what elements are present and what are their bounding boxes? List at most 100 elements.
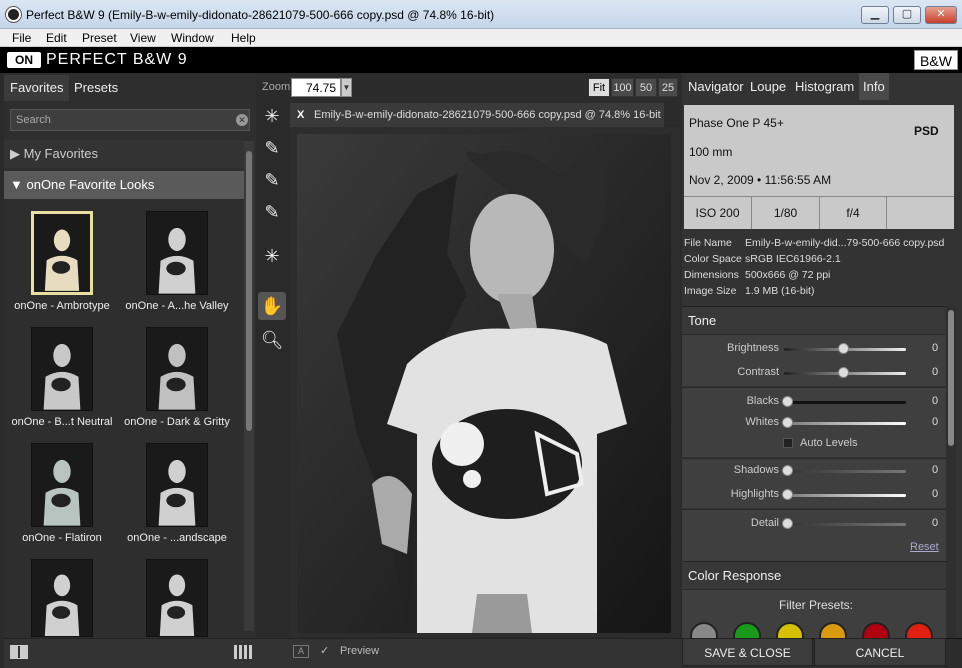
app-icon <box>6 7 21 22</box>
slider-value: 0 <box>932 464 939 476</box>
category-my-favorites[interactable]: ▶ My Favorites <box>4 140 244 168</box>
preview-checkbox[interactable]: ✓ <box>320 644 329 657</box>
slider-knob[interactable] <box>782 465 793 476</box>
preset-thumbnail[interactable] <box>31 327 93 411</box>
menu-window[interactable]: Window <box>171 31 214 45</box>
save-close-button[interactable]: SAVE & CLOSE <box>682 638 813 666</box>
preset-thumbnail[interactable] <box>146 559 208 637</box>
hand-tool-icon[interactable]: ✋ <box>258 292 286 320</box>
zoom-fit-button[interactable]: Fit <box>588 78 610 97</box>
zoom-25-button[interactable]: 25 <box>658 78 678 97</box>
close-button[interactable]: ✕ <box>925 6 957 24</box>
presets-scrollbar[interactable] <box>244 141 254 631</box>
category-onone-favorite-looks[interactable]: ▼ onOne Favorite Looks <box>4 171 244 199</box>
color-response-header[interactable]: Color Response <box>682 561 946 589</box>
cancel-button[interactable]: CANCEL <box>814 638 946 666</box>
preset-thumbnail[interactable] <box>146 443 208 527</box>
clear-search-icon[interactable]: ✕ <box>236 114 248 126</box>
maximize-button[interactable]: ▢ <box>893 6 921 24</box>
slider-label: Blacks <box>746 395 779 407</box>
slider-track[interactable] <box>784 470 906 473</box>
menu-edit[interactable]: Edit <box>46 31 67 45</box>
slider-knob[interactable] <box>782 489 793 500</box>
tab-presets[interactable]: Presets <box>68 75 124 101</box>
slider-value: 0 <box>932 366 939 378</box>
preset-thumbnail[interactable] <box>31 211 93 295</box>
slider-track[interactable] <box>784 494 906 497</box>
preset-thumbnail-label: onOne - A...he Valley <box>125 300 229 312</box>
slider-knob[interactable] <box>838 367 849 378</box>
zoom-tool-icon[interactable]: 🔍︎ <box>258 326 286 354</box>
adjustments-scrollbar[interactable] <box>946 306 956 638</box>
slider-knob[interactable] <box>782 417 793 428</box>
preset-thumbnail[interactable] <box>31 559 93 637</box>
search-input[interactable]: Search <box>10 109 250 131</box>
aperture-value: f/4 <box>819 197 886 229</box>
auto-levels-checkbox[interactable] <box>783 438 793 448</box>
meta-key: Color Space <box>684 253 742 265</box>
slider-track[interactable] <box>784 401 906 404</box>
close-document-icon[interactable]: X <box>297 103 304 127</box>
slider-label: Detail <box>750 517 779 529</box>
tab-loupe[interactable]: Loupe <box>746 73 790 100</box>
left-panel-footer <box>4 638 256 668</box>
magic-brush-icon[interactable]: ✳ <box>258 242 286 270</box>
file-format: PSD <box>914 124 939 138</box>
app-header: ON PERFECT B&W 9 B&W <box>0 47 962 73</box>
tone-section-header[interactable]: Tone <box>682 306 946 334</box>
brush-tool-icon[interactable]: ✳ <box>258 102 286 130</box>
brush-tool-3-icon[interactable]: ✎ <box>258 166 286 194</box>
onone-logo: ON <box>7 52 41 68</box>
capture-date: Nov 2, 2009 • 11:56:55 AM <box>689 173 832 187</box>
menu-view[interactable]: View <box>130 31 156 45</box>
slider-knob[interactable] <box>782 518 793 529</box>
slider-label: Whites <box>745 416 779 428</box>
tab-histogram[interactable]: Histogram <box>791 73 858 100</box>
before-after-toggle[interactable]: A <box>293 645 309 658</box>
meta-key: Dimensions <box>684 269 739 281</box>
slider-knob[interactable] <box>782 396 793 407</box>
slider-label: Shadows <box>733 464 779 476</box>
zoom-100-button[interactable]: 100 <box>611 78 634 97</box>
meta-value: 500x666 @ 72 ppi <box>745 269 831 281</box>
tab-info[interactable]: Info <box>859 73 889 100</box>
panel-layout-icon[interactable] <box>10 645 28 659</box>
slider-value: 0 <box>932 517 939 529</box>
preset-thumbnail-label: onOne - Flatiron <box>22 532 102 544</box>
window-title: Perfect B&W 9 (Emily-B-w-emily-didonato-… <box>26 8 495 22</box>
zoom-input[interactable]: 74.75 <box>291 78 341 97</box>
slider-value: 0 <box>932 395 939 407</box>
brush-tool-2-icon[interactable]: ✎ <box>258 134 286 162</box>
preview-image[interactable] <box>297 134 671 633</box>
document-tab[interactable]: X Emily-B-w-emily-didonato-28621079-500-… <box>290 103 664 127</box>
preset-thumbnail[interactable] <box>146 327 208 411</box>
menu-file[interactable]: File <box>12 31 31 45</box>
app-name: PERFECT B&W 9 <box>46 51 188 68</box>
zoom-50-button[interactable]: 50 <box>635 78 657 97</box>
slider-track[interactable] <box>784 422 906 425</box>
menu-preset[interactable]: Preset <box>82 31 117 45</box>
category-label: onOne Favorite Looks <box>26 177 155 192</box>
preset-thumbnail-label: onOne - Ambrotype <box>14 300 110 312</box>
category-label: My Favorites <box>23 146 99 161</box>
slider-knob[interactable] <box>838 343 849 354</box>
meta-key: Image Size <box>684 285 737 297</box>
preset-thumbnail[interactable] <box>31 443 93 527</box>
reset-link[interactable]: Reset <box>910 541 939 553</box>
zoom-dropdown-icon[interactable]: ▼ <box>341 78 352 97</box>
slider-track[interactable] <box>784 523 906 526</box>
meta-value: 1.9 MB (16-bit) <box>745 285 815 297</box>
meta-value: Emily-B-w-emily-did...79-500-666 copy.ps… <box>745 237 945 249</box>
mask-brush-icon[interactable]: ✎ <box>258 198 286 226</box>
meta-key: File Name <box>684 237 732 249</box>
tab-favorites[interactable]: Favorites <box>4 75 70 101</box>
preset-thumbnail-label: onOne - B...t Neutral <box>11 416 113 428</box>
preset-thumbnail-label: onOne - ...andscape <box>127 532 227 544</box>
preset-thumbnail[interactable] <box>146 211 208 295</box>
menu-help[interactable]: Help <box>231 31 256 45</box>
camera-model: Phase One P 45+ <box>689 116 784 130</box>
grid-view-icon[interactable] <box>234 645 252 659</box>
minimize-button[interactable]: ▁ <box>861 6 889 24</box>
tab-navigator[interactable]: Navigator <box>684 73 748 100</box>
title-bar: Perfect B&W 9 (Emily-B-w-emily-didonato-… <box>0 0 962 29</box>
